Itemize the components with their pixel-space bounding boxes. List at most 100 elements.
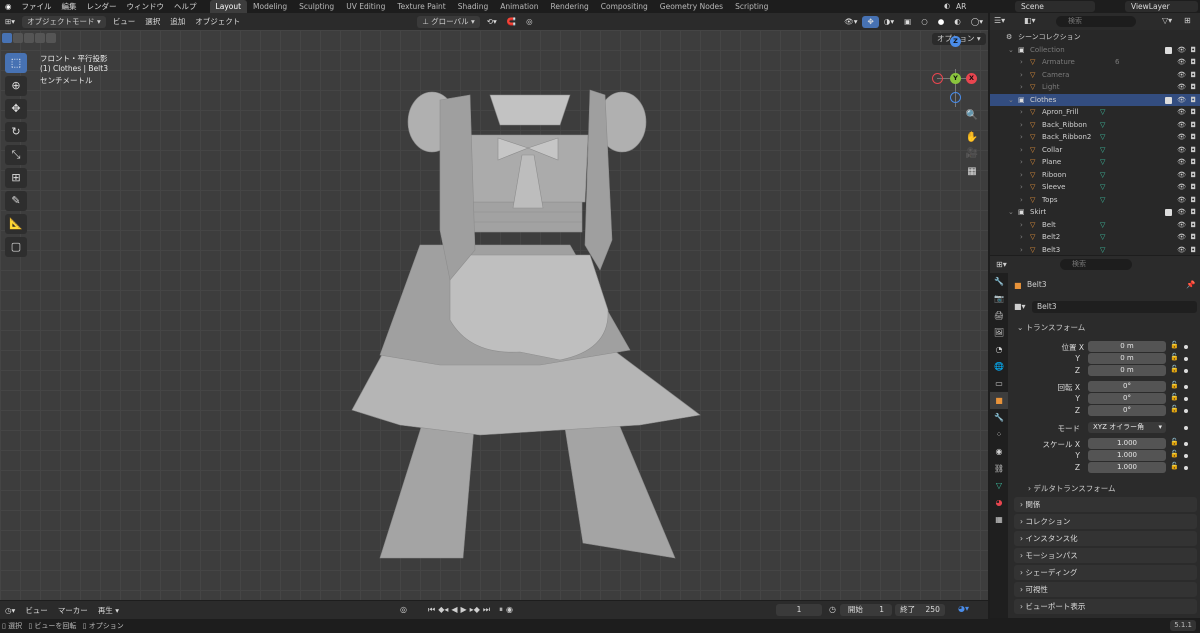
visibility-eye-icon[interactable]: 👁 [1177, 231, 1186, 244]
panel-shading[interactable]: › シェーディング [1014, 565, 1197, 580]
select-new-icon[interactable] [2, 33, 12, 43]
outliner-row[interactable]: › ▽ Back_Ribbon ▽ 👁 ◘ [990, 119, 1200, 132]
exclude-checkbox[interactable] [1165, 209, 1172, 216]
render-camera-icon[interactable]: ◘ [1190, 231, 1196, 244]
shading-material-icon[interactable]: ◐ [949, 13, 966, 30]
shading-solid-icon[interactable]: ● [933, 13, 950, 30]
gizmo-x-axis[interactable]: X [966, 73, 977, 84]
menu-file[interactable]: ファイル [17, 0, 57, 13]
exclude-checkbox[interactable] [1165, 96, 1172, 104]
pivot-icon[interactable]: ⟲▾ [482, 13, 502, 30]
filter-icon[interactable]: ▽▾ [1162, 16, 1172, 25]
expand-arrow-icon[interactable]: › [1020, 69, 1023, 82]
scene-selector[interactable]: Scene [1015, 1, 1095, 12]
visibility-eye-icon[interactable]: 👁 [1177, 181, 1186, 194]
menu-view[interactable]: ビュー [108, 13, 141, 30]
expand-arrow-icon[interactable]: › [1020, 81, 1023, 94]
scale-tool-icon[interactable]: ⤡ [5, 145, 27, 165]
visibility-eye-icon[interactable]: 👁 [1177, 131, 1186, 144]
end-frame-field[interactable]: 終了 250 [895, 604, 945, 616]
outliner-row[interactable]: › ▽ Belt ▽ 👁 ◘ [990, 219, 1200, 232]
auto-key-icon[interactable]: ◉ [506, 603, 513, 617]
select-intersect-icon[interactable] [46, 33, 56, 43]
camera-view-icon[interactable]: 🎥 [964, 146, 980, 162]
expand-arrow-icon[interactable]: › [1020, 231, 1023, 244]
panel-relations[interactable]: › 関係 [1014, 497, 1197, 512]
scale-y-field[interactable]: 1.000 [1088, 450, 1166, 461]
keyframe-dot-icon[interactable] [1184, 454, 1188, 458]
material-tab-icon[interactable]: ◕ [990, 494, 1008, 511]
panel-motion-paths[interactable]: › モーションパス [1014, 548, 1197, 563]
visibility-eye-icon[interactable]: 👁 [1177, 81, 1186, 94]
outliner-row[interactable]: › ▽ Light 👁 ◘ [990, 81, 1200, 94]
lock-icon[interactable]: 🔓 [1170, 353, 1179, 361]
timeline-editor-icon[interactable]: ◷▾ [0, 602, 20, 619]
outliner-row[interactable]: › ▽ Belt2 ▽ 👁 ◘ [990, 231, 1200, 244]
scene-tab-icon[interactable]: ◔ [990, 341, 1008, 358]
menu-window[interactable]: ウィンドウ [122, 0, 170, 13]
texture-tab-icon[interactable]: ▦ [990, 511, 1008, 528]
gizmo-neg-x[interactable] [932, 73, 943, 84]
expand-arrow-icon[interactable]: ⌄ [1008, 44, 1014, 57]
next-keyframe-icon[interactable]: ▸◆ [470, 603, 480, 617]
keyframe-dot-icon[interactable] [1184, 426, 1188, 430]
rotation-y-field[interactable]: 0° [1088, 393, 1166, 404]
tab-layout[interactable]: Layout [209, 0, 248, 13]
tab-sculpting[interactable]: Sculpting [293, 0, 340, 13]
transform-tool-icon[interactable]: ⊞ [5, 168, 27, 188]
keyframe-dot-icon[interactable] [1184, 409, 1188, 413]
particles-tab-icon[interactable]: ⁘ [990, 426, 1008, 443]
constraints-tab-icon[interactable]: ⛓ [990, 460, 1008, 477]
lock-icon[interactable]: 🔓 [1170, 462, 1179, 470]
keyframe-dot-icon[interactable] [1184, 369, 1188, 373]
select-invert-icon[interactable] [35, 33, 45, 43]
render-camera-icon[interactable]: ◘ [1190, 169, 1196, 182]
jump-start-icon[interactable]: ⏮ [428, 603, 435, 617]
expand-arrow-icon[interactable]: › [1020, 244, 1023, 257]
properties-search[interactable]: 検索 [1060, 259, 1132, 270]
tab-scripting[interactable]: Scripting [729, 0, 774, 13]
render-camera-icon[interactable]: ◘ [1190, 156, 1196, 169]
render-camera-icon[interactable]: ◘ [1190, 194, 1196, 207]
panel-instancing[interactable]: › インスタンス化 [1014, 531, 1197, 546]
exclude-checkbox[interactable] [1165, 46, 1172, 54]
lock-icon[interactable]: 🔓 [1170, 438, 1179, 446]
pin-icon[interactable]: 📌 [1186, 280, 1195, 289]
rotation-x-field[interactable]: 0° [1088, 381, 1166, 392]
location-y-field[interactable]: 0 m [1088, 353, 1166, 364]
physics-tab-icon[interactable]: ◉ [990, 443, 1008, 460]
current-frame-field[interactable]: 1 [776, 604, 822, 616]
visibility-eye-icon[interactable]: 👁 [1177, 94, 1186, 107]
visibility-eye-icon[interactable]: 👁 [1177, 244, 1186, 257]
mode-dropdown[interactable]: オブジェクトモード ▾ [22, 15, 106, 28]
render-camera-icon[interactable]: ◘ [1190, 69, 1196, 82]
expand-arrow-icon[interactable]: › [1020, 219, 1023, 232]
snap-icon[interactable]: 🧲 [502, 13, 521, 30]
outliner-row[interactable]: › ▽ Back_Ribbon2 ▽ 👁 ◘ [990, 131, 1200, 144]
lock-icon[interactable]: 🔓 [1170, 450, 1179, 458]
visibility-eye-icon[interactable]: 👁 [1177, 156, 1186, 169]
visibility-eye-icon[interactable]: 👁 [1177, 219, 1186, 232]
select-subtract-icon[interactable] [24, 33, 34, 43]
tab-compositing[interactable]: Compositing [595, 0, 654, 13]
tab-rendering[interactable]: Rendering [544, 0, 594, 13]
tab-geometry-nodes[interactable]: Geometry Nodes [654, 0, 729, 13]
mesh-data-icon[interactable]: ▽ [1100, 131, 1105, 144]
timeline-menu-view[interactable]: ビュー [20, 602, 53, 619]
render-camera-icon[interactable]: ◘ [1190, 219, 1196, 232]
shading-wireframe-icon[interactable]: ○ [916, 13, 933, 30]
perspective-grid-icon[interactable]: ▦ [964, 164, 980, 180]
add-cube-tool-icon[interactable]: ▢ [5, 237, 27, 257]
proportional-edit-icon[interactable]: ◎ [521, 13, 538, 30]
collection-tab-icon[interactable]: ▭ [990, 375, 1008, 392]
select-extend-icon[interactable] [13, 33, 23, 43]
scale-x-field[interactable]: 1.000 [1088, 438, 1166, 449]
view-layer-tab-icon[interactable]: 🖼 [990, 324, 1008, 341]
expand-arrow-icon[interactable]: › [1020, 144, 1023, 157]
location-z-field[interactable]: 0 m [1088, 365, 1166, 376]
start-frame-field[interactable]: 開始 1 [840, 604, 892, 616]
visibility-eye-icon[interactable]: 👁 [1177, 194, 1186, 207]
expand-arrow-icon[interactable]: ⌄ [1008, 206, 1014, 219]
editor-type-icon[interactable]: ⊞▾ [0, 13, 20, 30]
outliner-row[interactable]: ⚙ シーンコレクション [990, 31, 1200, 44]
